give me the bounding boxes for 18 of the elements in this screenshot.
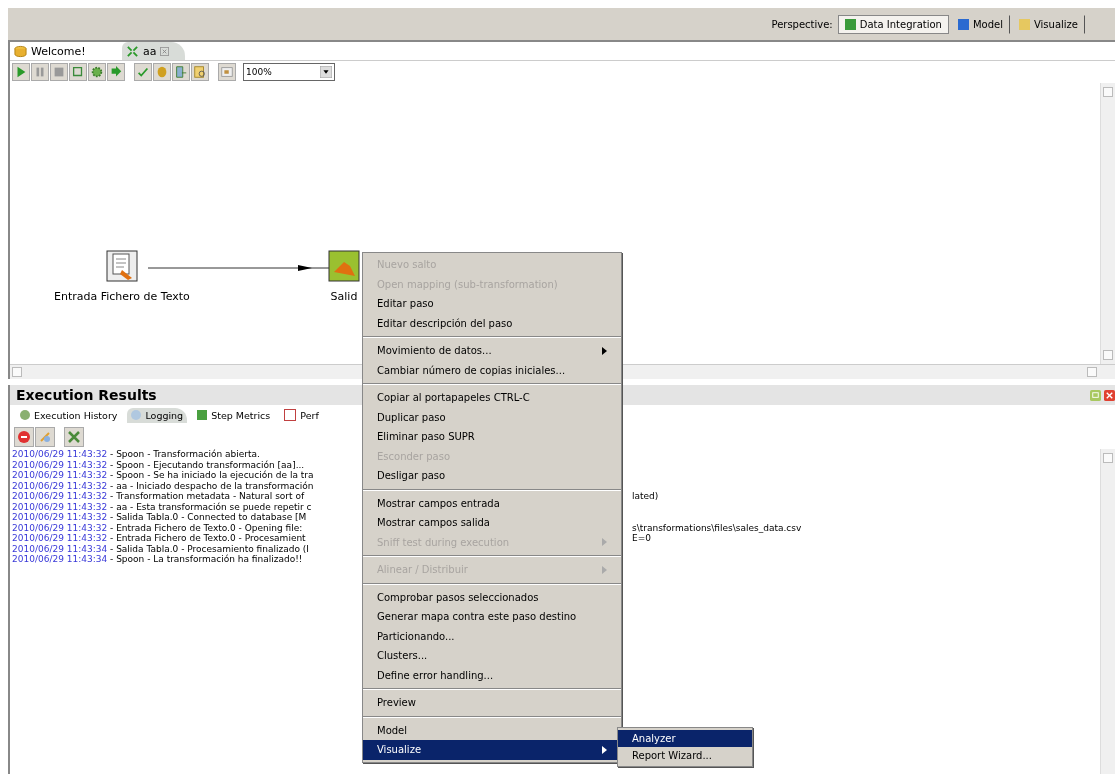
log-line: 2010/06/29 11:43:32 - Entrada Fichero de Texto.0 - Procesamient [12,533,307,544]
panel-title: Execution Results [16,387,157,403]
log-line-end: s\transformations\files\sales_data.csv [632,522,802,533]
log-line: 2010/06/29 11:43:34 - Salida Tabla.0 - Procesamiento finalizado (I [12,543,310,554]
log-line-end: lated) [632,491,659,502]
log-line: 2010/06/29 11:43:32 - Spoon - Se ha iniciado la ejecución de la tra [12,470,315,481]
log-line: 2010/06/29 11:43:32 - aa - Iniciado despacho de la transformación [12,480,315,491]
log-line: 2010/06/29 11:43:32 - aa - Esta transformación se puede repetir c [12,501,313,512]
log-line: 2010/06/29 11:43:32 - Transformation metadata - Natural sort of [12,491,306,502]
log-line: 2010/06/29 11:43:32 - Entrada Fichero de Texto.0 - Opening file: [12,522,304,533]
perspective-label: Perspective: [771,18,833,30]
log-line: 2010/06/29 11:43:32 - Salida Tabla.0 - Connected to database [M [12,512,308,523]
log-line: 2010/06/29 11:43:32 - Spoon - Ejecutando transformación [aa]... [12,459,306,470]
log-line: 2010/06/29 11:43:32 - Spoon - Transformación abierta. [12,449,261,460]
log-line-end: E=0 [632,533,651,544]
log-line: 2010/06/29 11:43:34 - Spoon - La transformación ha finalizado!! [12,554,304,565]
step-label: Salid [330,290,358,303]
step-label: Entrada Fichero de Texto [54,290,190,303]
